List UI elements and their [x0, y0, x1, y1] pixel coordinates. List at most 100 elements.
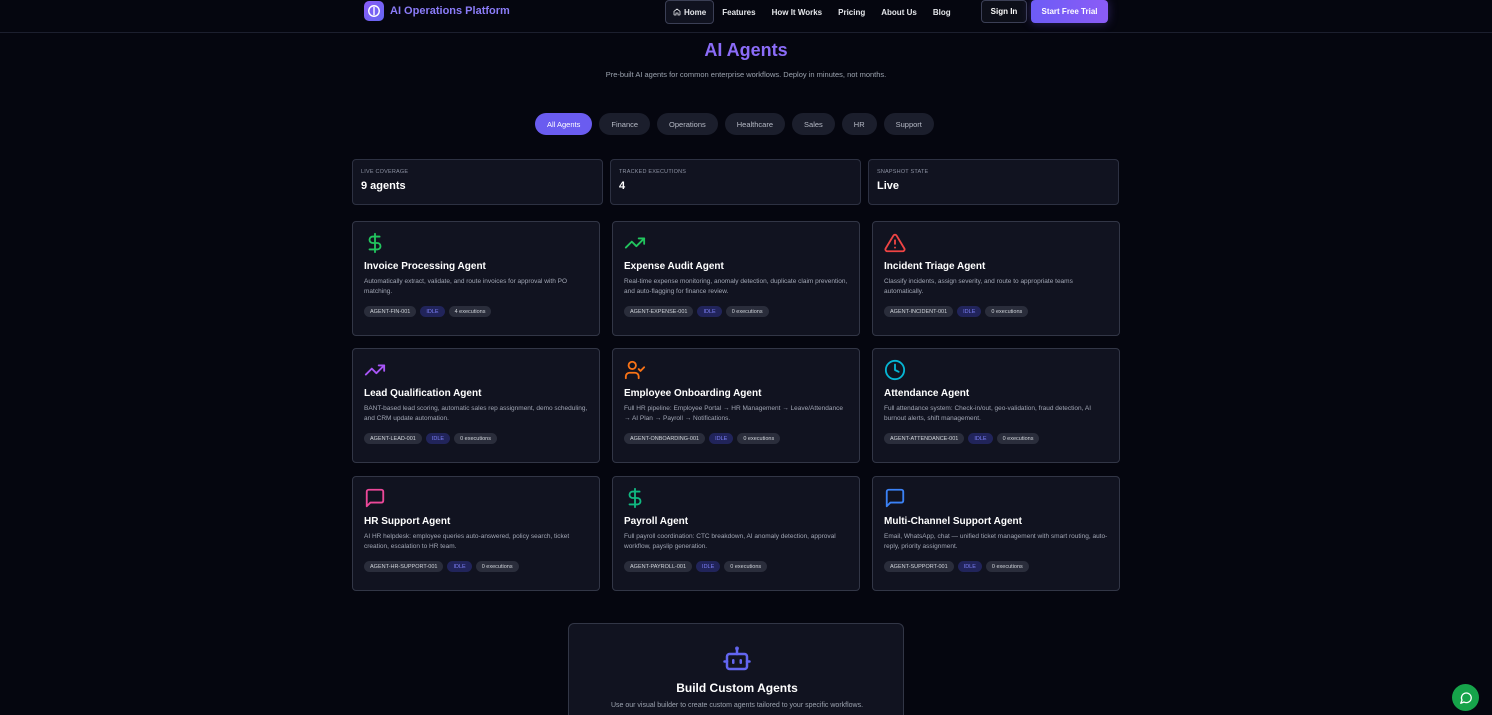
stat-live-coverage: Live coverage 9 agents [352, 159, 603, 205]
agent-id-tag: AGENT-FIN-001 [364, 306, 417, 317]
agent-title: Attendance Agent [884, 388, 970, 399]
nav-about-us[interactable]: About Us [873, 0, 925, 24]
agent-id-tag: AGENT-ATTENDANCE-001 [884, 433, 965, 444]
agent-id-tag: AGENT-LEAD-001 [364, 433, 422, 444]
agent-description: Full HR pipeline: Employee Portal → HR M… [624, 405, 843, 422]
agent-title: Invoice Processing Agent [364, 261, 486, 272]
agent-tags: AGENT-ONBOARDING-001 IDLE 0 executions [624, 433, 848, 444]
clock-icon [884, 359, 906, 381]
agent-title: Expense Audit Agent [624, 261, 724, 272]
agent-executions-tag: 4 executions [448, 306, 492, 317]
filter-hr[interactable]: HR [841, 113, 877, 135]
stat-value: 4 [619, 180, 626, 192]
agent-description: Full payroll coordination: CTC breakdown… [624, 533, 836, 550]
agent-executions-tag: 0 executions [475, 561, 519, 572]
category-filters: All Agents Finance Operations Healthcare… [535, 113, 934, 135]
agent-status-badge: IDLE [957, 306, 982, 317]
filter-operations[interactable]: Operations [657, 113, 718, 135]
agent-card[interactable]: Expense Audit Agent Real-time expense mon… [612, 221, 860, 336]
page-title: AI Agents [704, 40, 788, 60]
build-custom-agents-card[interactable]: Build Custom Agents Use our visual build… [568, 623, 904, 715]
agent-description: Classify incidents, assign severity, and… [884, 278, 1073, 295]
agent-title: Employee Onboarding Agent [624, 388, 762, 399]
message-square-icon [885, 488, 905, 508]
message-square-icon [365, 488, 385, 508]
page-subtitle: Pre-built AI agents for common enterpris… [605, 70, 887, 79]
agent-id-tag: AGENT-ONBOARDING-001 [624, 433, 706, 444]
sign-in-button[interactable]: Sign In [981, 0, 1027, 23]
chat-fab-button[interactable] [1452, 684, 1479, 711]
home-icon [673, 8, 681, 16]
custom-agents-title: Build Custom Agents [676, 681, 798, 695]
agent-card[interactable]: Attendance Agent Full attendance system: … [872, 348, 1120, 463]
agent-card[interactable]: Incident Triage Agent Classify incidents,… [872, 221, 1120, 336]
stat-snapshot-state: Snapshot state Live [868, 159, 1119, 205]
filter-finance[interactable]: Finance [599, 113, 651, 135]
filter-all-agents[interactable]: All Agents [535, 113, 593, 135]
agent-executions-tag: 0 executions [737, 433, 781, 444]
agent-id-tag: AGENT-SUPPORT-001 [884, 561, 954, 572]
filter-healthcare[interactable]: Healthcare [724, 113, 786, 135]
stat-tracked-executions: Tracked executions 4 [610, 159, 861, 205]
agent-id-tag: AGENT-HR-SUPPORT-001 [364, 561, 444, 572]
agent-status-badge: IDLE [697, 306, 722, 317]
dollar-icon [368, 232, 382, 254]
stat-value: 9 agents [361, 180, 406, 192]
agent-card[interactable]: Employee Onboarding Agent Full HR pipelin… [612, 348, 860, 463]
agent-title: HR Support Agent [364, 516, 451, 527]
nav-features[interactable]: Features [714, 0, 763, 24]
agent-card[interactable]: Payroll Agent Full payroll coordination: … [612, 476, 860, 591]
agent-card[interactable]: Lead Qualification Agent BANT-based lead … [352, 348, 600, 463]
agent-description: BANT-based lead scoring, automatic sales… [364, 405, 588, 422]
agent-tags: AGENT-LEAD-001 IDLE 0 executions [364, 433, 588, 444]
stat-value: Live [877, 180, 900, 192]
user-check-icon [624, 360, 646, 380]
agent-title: Payroll Agent [624, 516, 689, 527]
nav-pricing[interactable]: Pricing [830, 0, 873, 24]
stat-label: Live coverage [361, 169, 409, 175]
agent-tags: AGENT-PAYROLL-001 IDLE 0 executions [624, 561, 848, 572]
agent-status-badge: IDLE [447, 561, 472, 572]
top-nav: AI Operations Platform Home Features How… [0, 0, 1492, 33]
agent-id-tag: AGENT-PAYROLL-001 [624, 561, 693, 572]
agent-status-badge: IDLE [696, 561, 721, 572]
brand[interactable]: AI Operations Platform [364, 1, 510, 21]
agent-executions-tag: 0 executions [985, 306, 1029, 317]
agent-status-badge: IDLE [425, 433, 451, 444]
agent-tags: AGENT-HR-SUPPORT-001 IDLE 0 executions [364, 561, 588, 572]
trending-up-icon [624, 237, 646, 249]
nav-how-it-works[interactable]: How It Works [764, 0, 831, 24]
filter-sales[interactable]: Sales [792, 113, 835, 135]
agent-status-badge: IDLE [420, 306, 445, 317]
agent-card[interactable]: Multi-Channel Support Agent Email, WhatsA… [872, 476, 1120, 591]
agent-tags: AGENT-FIN-001 IDLE 4 executions [364, 306, 588, 317]
filter-support[interactable]: Support [883, 113, 934, 135]
stat-label: Snapshot state [877, 169, 929, 175]
start-free-trial-button[interactable]: Start Free Trial [1031, 0, 1108, 23]
trending-up-icon [364, 364, 386, 376]
agent-executions-tag: 0 executions [996, 433, 1040, 444]
agent-card[interactable]: HR Support Agent AI HR helpdesk: employee… [352, 476, 600, 591]
nav-blog[interactable]: Blog [925, 0, 959, 24]
agent-description: Automatically extract, validate, and rou… [364, 278, 568, 295]
agent-status-badge: IDLE [968, 433, 993, 444]
agent-status-badge: IDLE [957, 561, 982, 572]
agent-tags: AGENT-INCIDENT-001 IDLE 0 executions [884, 306, 1108, 317]
agent-description: Full attendance system: Check-in/out, ge… [884, 405, 1092, 422]
agent-tags: AGENT-EXPENSE-001 IDLE 0 executions [624, 306, 848, 317]
agent-status-badge: IDLE [709, 433, 734, 444]
agent-id-tag: AGENT-INCIDENT-001 [884, 306, 954, 317]
agent-description: Real-time expense monitoring, anomaly de… [624, 278, 848, 295]
agent-title: Multi-Channel Support Agent [884, 516, 1022, 527]
brand-name: AI Operations Platform [390, 5, 510, 17]
stat-label: Tracked executions [619, 169, 687, 175]
agent-tags: AGENT-SUPPORT-001 IDLE 0 executions [884, 561, 1108, 572]
nav-home-label: Home [684, 7, 707, 17]
agent-executions-tag: 0 executions [724, 561, 768, 572]
agent-id-tag: AGENT-EXPENSE-001 [624, 306, 694, 317]
agent-executions-tag: 0 executions [725, 306, 769, 317]
agent-description: AI HR helpdesk: employee queries auto-an… [364, 533, 570, 550]
chat-icon [1459, 691, 1472, 704]
agent-card[interactable]: Invoice Processing Agent Automatically ex… [352, 221, 600, 336]
nav-home[interactable]: Home [665, 0, 715, 24]
